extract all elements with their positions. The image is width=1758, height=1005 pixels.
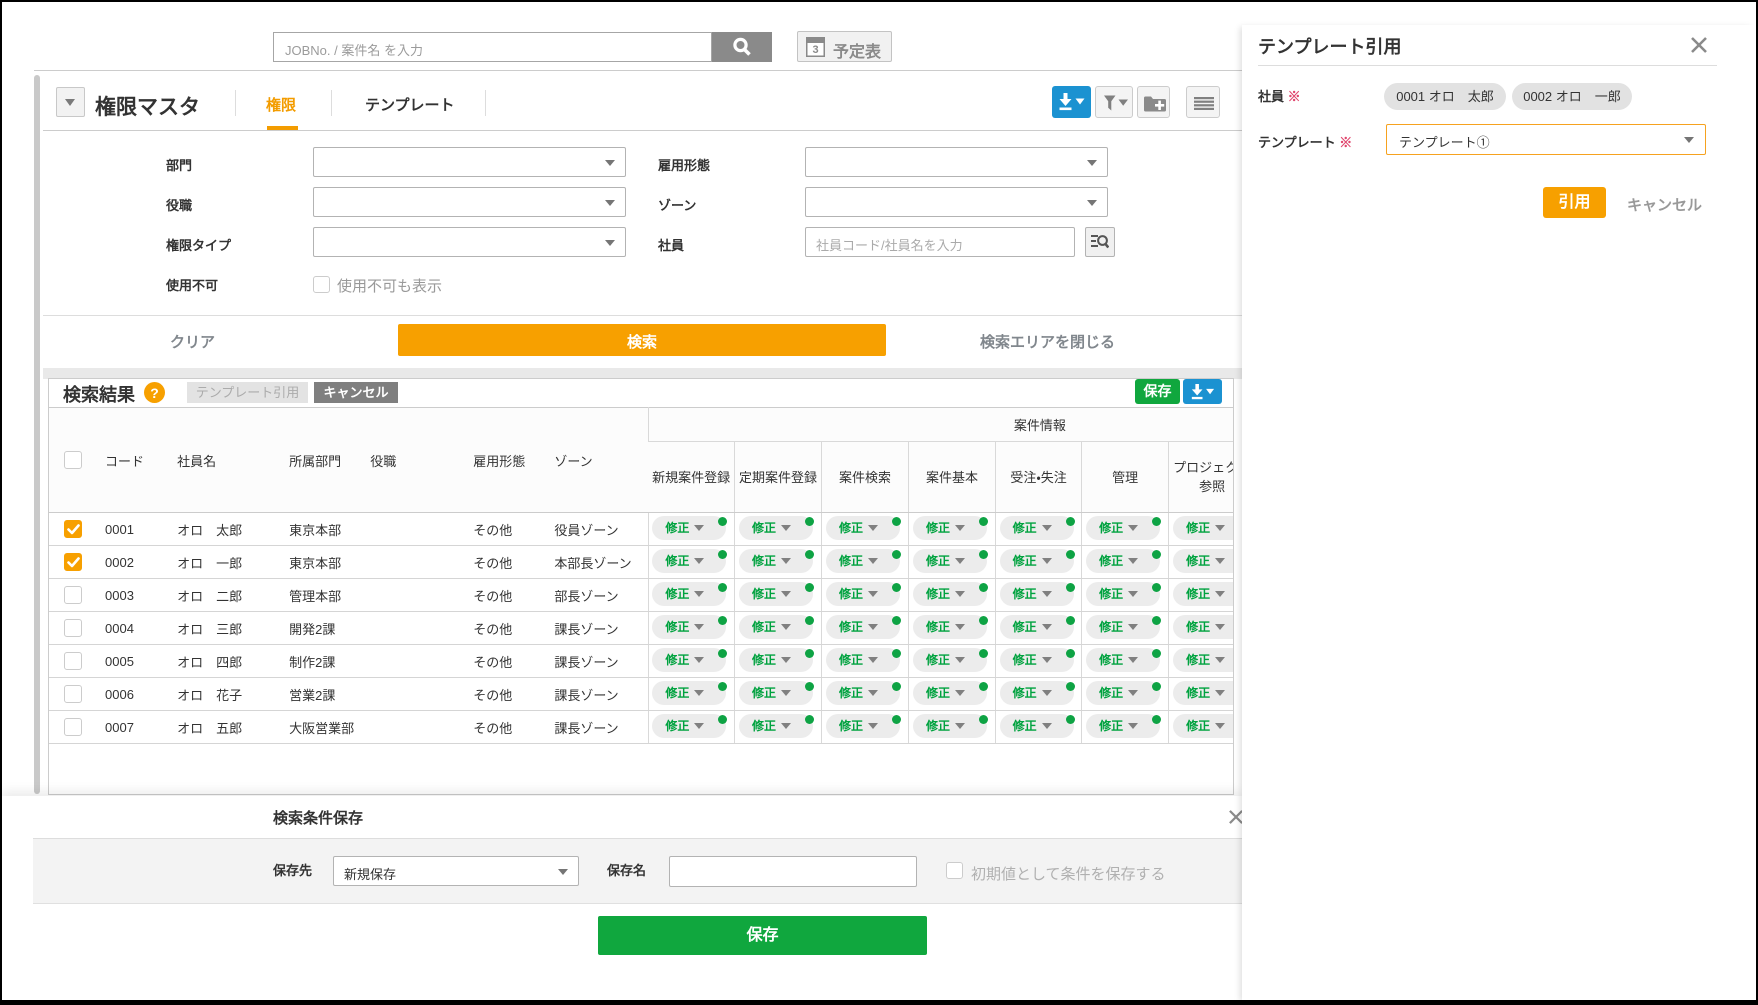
svg-text:3: 3 xyxy=(812,44,818,56)
